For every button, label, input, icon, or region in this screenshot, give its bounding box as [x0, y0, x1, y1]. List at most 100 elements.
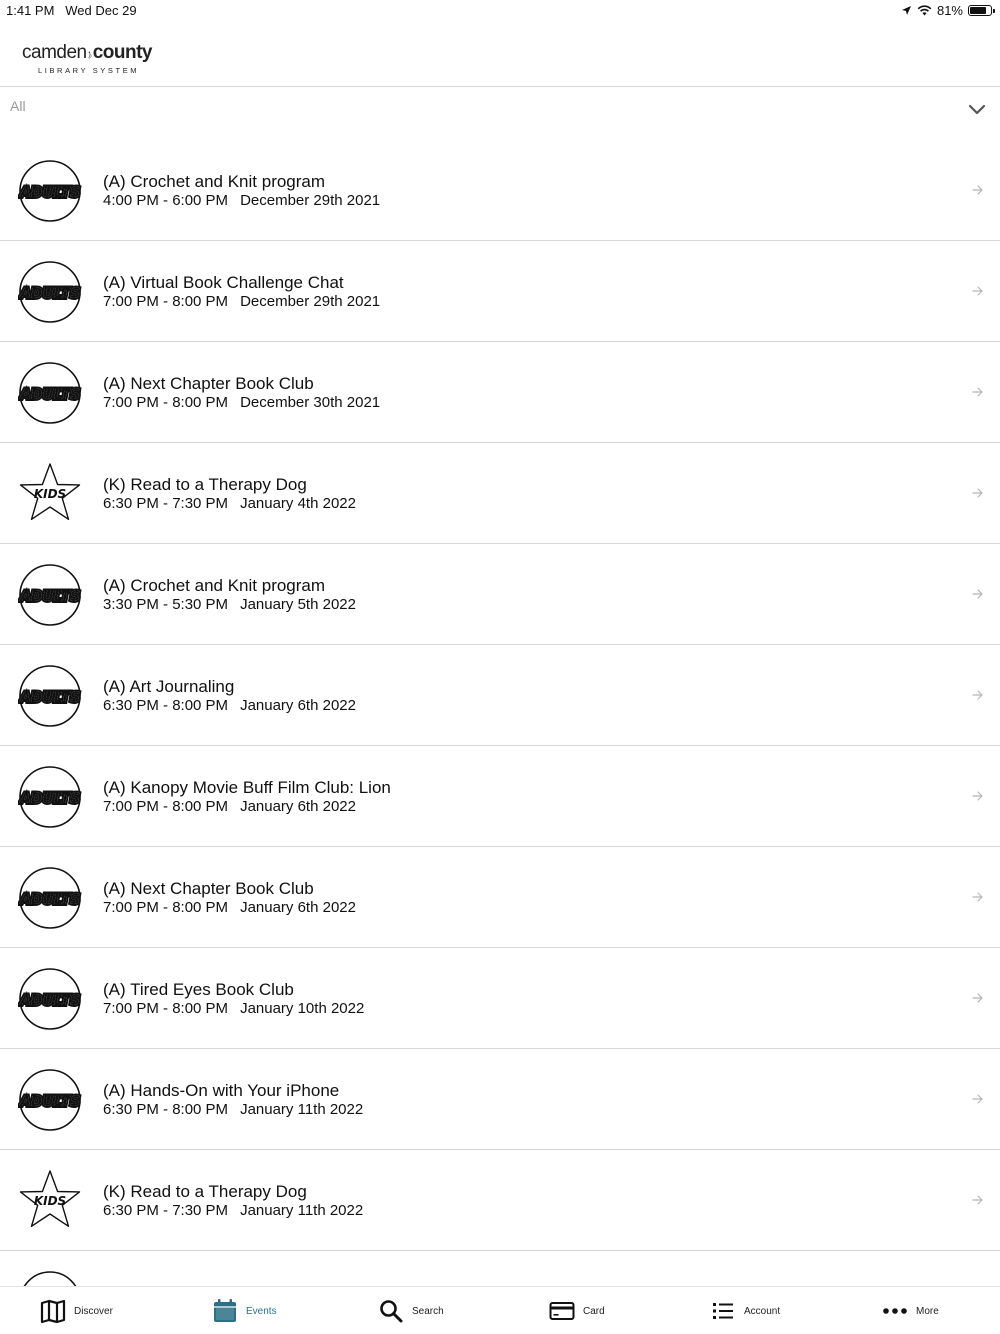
event-text: (K) Read to a Therapy Dog 6:30 PM - 7:30…	[103, 475, 356, 513]
event-date: January 11th 2022	[240, 1202, 364, 1219]
event-filter-dropdown[interactable]: All	[0, 88, 1000, 138]
tab-discover[interactable]: Discover	[40, 1287, 113, 1334]
logo-text-county: county	[92, 42, 153, 63]
event-row[interactable]: ADULTS ADULTS (A) Tired Eyes Book Club 7:0…	[0, 948, 1000, 1049]
tab-label: Account	[744, 1305, 781, 1317]
event-date: January 5th 2022	[240, 596, 356, 613]
event-row[interactable]: ADULTSADULTS	[0, 1251, 1000, 1286]
svg-text:ADULTS: ADULTS	[19, 690, 80, 706]
logo-wordmark: camden county	[22, 42, 153, 64]
logo-subtitle: LIBRARY SYSTEM	[38, 66, 140, 75]
event-date: December 30th 2021	[240, 394, 381, 411]
tab-account[interactable]: Account	[710, 1287, 780, 1334]
tab-label: More	[916, 1305, 939, 1317]
arrow-right-icon	[972, 890, 984, 904]
arrow-right-icon	[972, 1193, 984, 1207]
wifi-icon	[917, 5, 932, 16]
status-bar: 1:41 PM Wed Dec 29 81%	[0, 0, 1000, 22]
svg-text:ADULTS: ADULTS	[19, 791, 80, 807]
event-row[interactable]: KIDS (K) Read to a Therapy Dog 6:30 PM - …	[0, 443, 1000, 544]
event-text: (A) Kanopy Movie Buff Film Club: Lion 7:…	[103, 778, 391, 816]
event-schedule: 6:30 PM - 8:00 PM January 6th 2022	[103, 697, 356, 715]
adults-badge-icon: ADULTSADULTS	[17, 361, 82, 425]
card-icon	[549, 1298, 575, 1324]
svg-text:KIDS: KIDS	[34, 487, 66, 501]
event-title: (K) Read to a Therapy Dog	[103, 475, 307, 494]
tab-more[interactable]: More	[882, 1287, 939, 1334]
event-schedule: 7:00 PM - 8:00 PM January 6th 2022	[103, 899, 356, 917]
event-row[interactable]: ADULTS ADULTS (A) Next Chapter Book Club 7…	[0, 847, 1000, 948]
adults-badge-icon: ADULTSADULTS	[17, 664, 82, 728]
arrow-right-icon	[972, 1092, 984, 1106]
event-text: (A) Virtual Book Challenge Chat 7:00 PM …	[103, 273, 380, 311]
tab-events[interactable]: Events	[212, 1287, 277, 1334]
event-schedule: 7:00 PM - 8:00 PM January 6th 2022	[103, 798, 391, 816]
event-title: (A) Hands-On with Your iPhone	[103, 1081, 340, 1100]
event-time: 3:30 PM - 5:30 PM	[103, 596, 229, 613]
tab-label: Discover	[74, 1305, 113, 1317]
event-schedule: 7:00 PM - 8:00 PM December 30th 2021	[103, 394, 380, 412]
filter-selected-value: All	[10, 98, 26, 114]
svg-text:KIDS: KIDS	[34, 1194, 66, 1208]
arrow-right-icon	[972, 284, 984, 298]
event-time: 7:00 PM - 8:00 PM	[103, 1000, 229, 1017]
event-time: 6:30 PM - 8:00 PM	[103, 697, 229, 714]
event-row[interactable]: ADULTS ADULTS (A) Crochet and Knit program…	[0, 140, 1000, 241]
arrow-right-icon	[972, 688, 984, 702]
event-title: (A) Next Chapter Book Club	[103, 374, 314, 393]
library-logo: camden county LIBRARY SYSTEM	[22, 42, 153, 82]
tab-search[interactable]: Search	[378, 1287, 444, 1334]
status-indicators: 81%	[901, 3, 995, 18]
event-schedule: 6:30 PM - 7:30 PM January 4th 2022	[103, 495, 356, 513]
calendar-icon	[212, 1298, 238, 1324]
event-text: (K) Read to a Therapy Dog 6:30 PM - 7:30…	[103, 1182, 363, 1220]
event-title: (A) Art Journaling	[103, 677, 235, 696]
event-row[interactable]: ADULTS ADULTS (A) Art Journaling 6:30 PM -…	[0, 645, 1000, 746]
event-date: January 6th 2022	[240, 697, 356, 714]
event-time: 6:30 PM - 7:30 PM	[103, 1202, 229, 1219]
search-icon	[378, 1298, 404, 1324]
svg-text:ADULTS: ADULTS	[19, 286, 80, 302]
svg-text:ADULTS: ADULTS	[19, 589, 80, 605]
event-text: (A) Art Journaling 6:30 PM - 8:00 PM Janu…	[103, 677, 356, 715]
arrow-right-icon	[972, 587, 984, 601]
tab-label: Card	[583, 1305, 605, 1317]
event-list: ADULTS ADULTS (A) Crochet and Knit program…	[0, 140, 1000, 1286]
event-row[interactable]: ADULTS ADULTS (A) Next Chapter Book Club 7…	[0, 342, 1000, 443]
svg-text:ADULTS: ADULTS	[19, 993, 80, 1009]
adults-badge-icon: ADULTSADULTS	[17, 1068, 82, 1132]
event-text: (A) Hands-On with Your iPhone 6:30 PM - …	[103, 1081, 363, 1119]
event-title: (K) Read to a Therapy Dog	[103, 1182, 307, 1201]
svg-text:ADULTS: ADULTS	[19, 1094, 80, 1110]
event-row[interactable]: ADULTS ADULTS (A) Crochet and Knit program…	[0, 544, 1000, 645]
adults-badge-icon: ADULTSADULTS	[17, 159, 82, 223]
adults-badge-icon: ADULTSADULTS	[17, 765, 82, 829]
event-title: (A) Next Chapter Book Club	[103, 879, 314, 898]
map-icon	[40, 1298, 66, 1324]
arrow-right-icon	[972, 991, 984, 1005]
battery-percent: 81%	[936, 3, 963, 18]
event-title: (A) Tired Eyes Book Club	[103, 980, 294, 999]
more-icon	[882, 1298, 908, 1324]
event-text: (A) Crochet and Knit program 4:00 PM - 6…	[103, 172, 380, 210]
event-time: 6:30 PM - 7:30 PM	[103, 495, 229, 512]
event-time: 7:00 PM - 8:00 PM	[103, 798, 229, 815]
event-row[interactable]: ADULTS ADULTS (A) Kanopy Movie Buff Film C…	[0, 746, 1000, 847]
status-time: 1:41 PM	[6, 3, 55, 18]
kids-star-icon: KIDS	[18, 462, 82, 526]
event-date: January 6th 2022	[240, 798, 356, 815]
logo-text-camden: camden	[22, 42, 87, 63]
event-row[interactable]: KIDS (K) Read to a Therapy Dog 6:30 PM - …	[0, 1150, 1000, 1251]
arrow-right-icon	[972, 789, 984, 803]
event-row[interactable]: ADULTS ADULTS (A) Virtual Book Challenge C…	[0, 241, 1000, 342]
tab-card[interactable]: Card	[549, 1287, 605, 1334]
event-time: 4:00 PM - 6:00 PM	[103, 192, 229, 209]
event-row[interactable]: ADULTS ADULTS (A) Hands-On with Your iPhon…	[0, 1049, 1000, 1150]
event-schedule: 7:00 PM - 8:00 PM December 29th 2021	[103, 293, 380, 311]
tab-label: Events	[246, 1305, 277, 1317]
event-time: 7:00 PM - 8:00 PM	[103, 899, 229, 916]
chevron-down-icon	[968, 104, 986, 115]
event-date: December 29th 2021	[240, 293, 381, 310]
event-schedule: 7:00 PM - 8:00 PM January 10th 2022	[103, 1000, 364, 1018]
event-schedule: 4:00 PM - 6:00 PM December 29th 2021	[103, 192, 380, 210]
